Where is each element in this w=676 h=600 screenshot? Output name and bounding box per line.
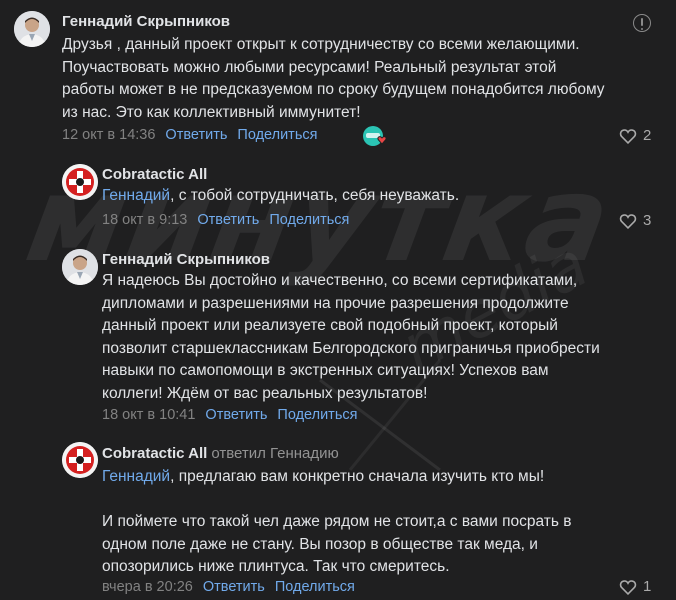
share-button[interactable]: Поделиться [277, 407, 357, 423]
comment-text: Геннадий, предлагаю вам конкретно сначал… [102, 466, 662, 579]
share-button[interactable]: Поделиться [269, 212, 349, 228]
comment-date[interactable]: 18 окт в 10:41 [102, 407, 195, 423]
comment-author-name[interactable]: Cobratactic All [102, 445, 207, 462]
comment-text: Друзья , данный проект открыт к сотрудни… [62, 36, 605, 121]
replied-to-label[interactable]: ответил Геннадию [211, 445, 338, 462]
heart-icon [619, 213, 637, 229]
like-button[interactable]: 2 [619, 127, 651, 144]
comment-text-body: , с тобой сотрудничать, себя неуважать. [170, 187, 460, 204]
comment-meta: 18 окт в 9:13 Ответить Поделиться [102, 212, 349, 228]
avatar[interactable] [62, 164, 98, 200]
cobratactic-logo-icon [62, 442, 98, 478]
comment-date[interactable]: вчера в 20:26 [102, 579, 193, 595]
comment-meta: вчера в 20:26 Ответить Поделиться [102, 579, 355, 595]
reaction-emoji-icon[interactable] [362, 125, 388, 147]
avatar[interactable] [62, 442, 98, 478]
comment-author[interactable]: Геннадий Скрыпников [62, 13, 230, 30]
reply-button[interactable]: Ответить [197, 212, 259, 228]
mention-link[interactable]: Геннадий [102, 468, 170, 485]
mention-link[interactable]: Геннадий [102, 187, 170, 204]
share-button[interactable]: Поделиться [237, 127, 317, 143]
like-button[interactable]: 1 [619, 578, 651, 595]
comment-author[interactable]: Cobratactic All [102, 166, 207, 183]
heart-icon [619, 579, 637, 595]
comment-date[interactable]: 12 окт в 14:36 [62, 127, 155, 143]
avatar[interactable] [14, 11, 50, 47]
share-button[interactable]: Поделиться [275, 579, 355, 595]
avatar[interactable] [62, 249, 98, 285]
heart-icon [619, 128, 637, 144]
comment-text: Геннадий, с тобой сотрудничать, себя неу… [102, 185, 662, 208]
comment-text: Я надеюсь Вы достойно и качественно, со … [102, 272, 600, 402]
comment-date[interactable]: 18 окт в 9:13 [102, 212, 187, 228]
like-button[interactable]: 3 [619, 212, 651, 229]
like-count: 2 [643, 127, 652, 144]
comment-author[interactable]: Геннадий Скрыпников [102, 251, 270, 268]
comment-2: Cobratactic All Геннадий, с тобой сотруд… [0, 150, 676, 240]
comment-3: Геннадий Скрыпников Я надеюсь Вы достойн… [0, 240, 676, 430]
comment-author: Cobratactic All ответил Геннадию [102, 445, 339, 462]
like-count: 3 [643, 212, 652, 229]
comment-meta: 18 окт в 10:41 Ответить Поделиться [102, 407, 357, 423]
more-options-icon[interactable] [633, 14, 651, 32]
like-count: 1 [643, 578, 652, 595]
person-avatar-icon [62, 249, 98, 285]
reply-button[interactable]: Ответить [205, 407, 267, 423]
comment-meta: 12 окт в 14:36 Ответить Поделиться [62, 127, 317, 143]
comment-text-body: , предлагаю вам конкретно сначала изучит… [102, 468, 572, 575]
comment-1: Геннадий Скрыпников Друзья , данный прое… [0, 0, 676, 150]
reply-button[interactable]: Ответить [203, 579, 265, 595]
comment-4: Cobratactic All ответил Геннадию Геннадий… [0, 430, 676, 600]
reply-button[interactable]: Ответить [165, 127, 227, 143]
cobratactic-logo-icon [62, 164, 98, 200]
person-avatar-icon [14, 11, 50, 47]
